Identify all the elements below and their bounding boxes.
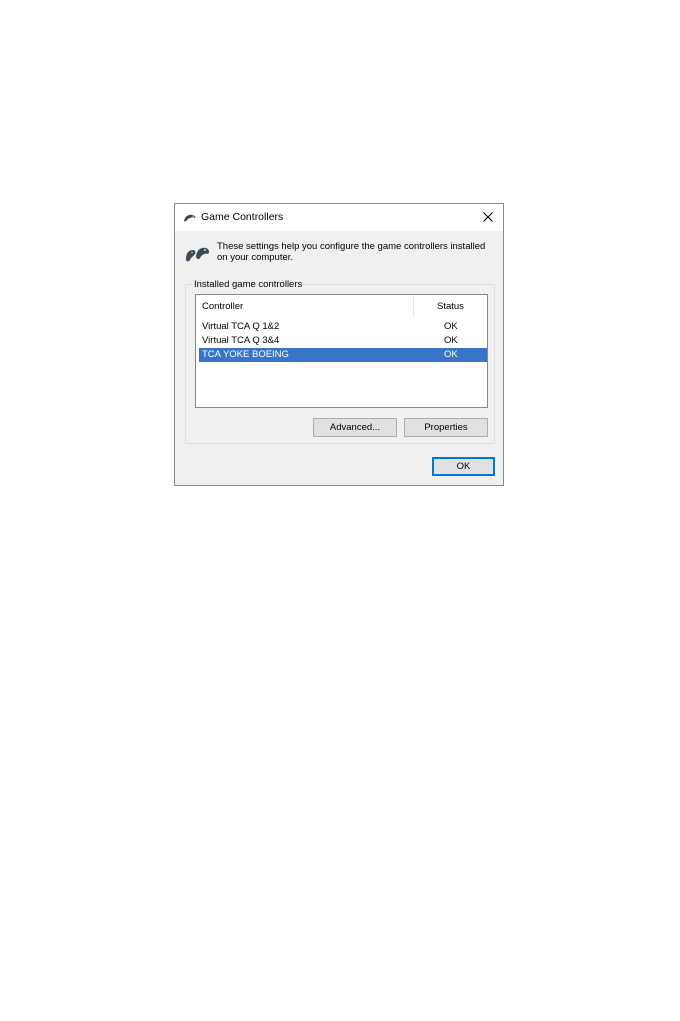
close-icon xyxy=(483,212,493,222)
controller-status: OK xyxy=(444,321,458,332)
gamepad-icon xyxy=(185,244,211,264)
ok-button[interactable]: OK xyxy=(432,457,495,476)
installed-controllers-group: Installed game controllers Controller St… xyxy=(185,279,495,444)
group-label: Installed game controllers xyxy=(193,279,304,290)
title-bar[interactable]: Game Controllers xyxy=(175,204,503,231)
info-text: These settings help you configure the ga… xyxy=(217,241,486,263)
controller-status: OK xyxy=(444,349,458,360)
controller-status: OK xyxy=(444,335,458,346)
window-title: Game Controllers xyxy=(201,211,284,223)
column-header-status[interactable]: Status xyxy=(437,301,464,312)
controller-row[interactable]: Virtual TCA Q 3&4 OK xyxy=(199,334,487,348)
joystick-icon xyxy=(183,211,197,223)
controller-name: Virtual TCA Q 3&4 xyxy=(202,335,280,346)
column-separator[interactable] xyxy=(413,296,414,316)
controller-row-selected[interactable]: TCA YOKE BOEING OK xyxy=(199,348,487,362)
properties-button[interactable]: Properties xyxy=(404,418,488,437)
close-button[interactable] xyxy=(477,207,499,227)
controller-name: TCA YOKE BOEING xyxy=(202,349,289,360)
controller-row[interactable]: Virtual TCA Q 1&2 OK xyxy=(199,320,487,334)
advanced-button[interactable]: Advanced... xyxy=(313,418,397,437)
column-header-controller[interactable]: Controller xyxy=(202,301,243,312)
game-controllers-dialog: Game Controllers These settings help you… xyxy=(174,203,504,486)
controller-list[interactable]: Controller Status Virtual TCA Q 1&2 OK V… xyxy=(195,294,488,408)
list-header: Controller Status xyxy=(196,295,487,317)
controller-name: Virtual TCA Q 1&2 xyxy=(202,321,280,332)
